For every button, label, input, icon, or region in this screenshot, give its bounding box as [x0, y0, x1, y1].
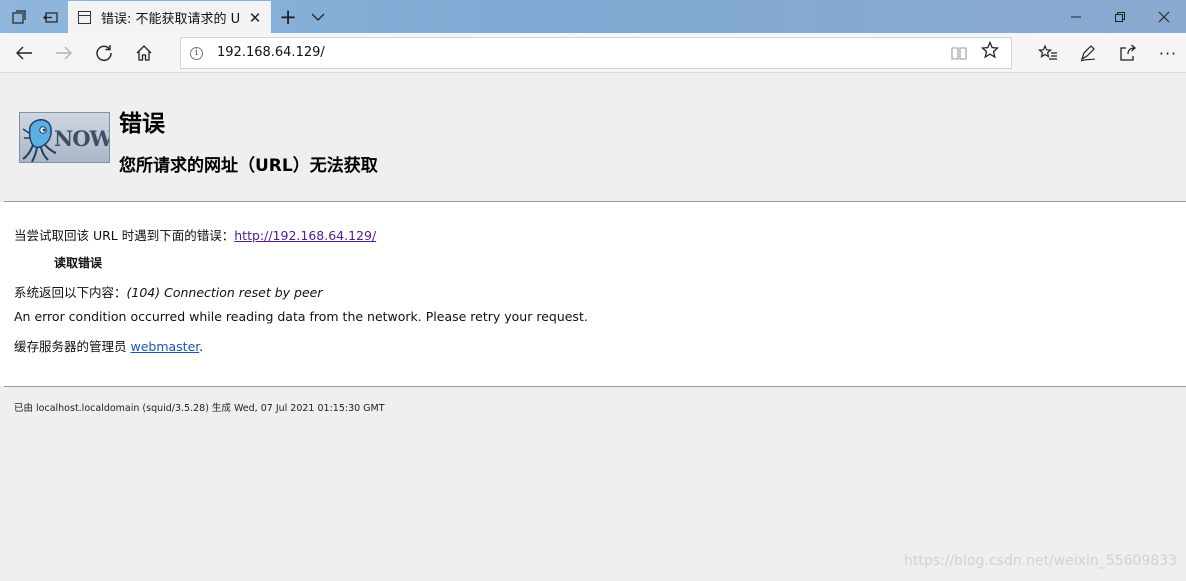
attempt-prefix: 当尝试取回该 URL 时遇到下面的错误： — [14, 228, 235, 243]
title-bar: 错误: 不能获取请求的 U ✕ + — [0, 0, 1186, 33]
page-icon — [78, 10, 91, 24]
logo-text: NOW — [54, 126, 110, 151]
system-prefix: 系统返回以下内容： — [14, 285, 127, 300]
divider-bottom — [4, 386, 1186, 387]
attempt-url-link[interactable]: http://192.168.64.129/ — [234, 228, 376, 243]
tabs-icon[interactable] — [4, 0, 34, 33]
admin-suffix: . — [199, 339, 204, 354]
star-icon[interactable] — [980, 40, 1000, 64]
address-bar[interactable]: i 192.168.64.129/ — [180, 37, 1012, 69]
error-name: 读取错误 — [54, 256, 103, 270]
webmaster-link[interactable]: webmaster — [130, 339, 199, 354]
home-icon[interactable] — [126, 33, 162, 73]
share-icon[interactable] — [1110, 33, 1146, 73]
pen-icon[interactable] — [1070, 33, 1106, 73]
reading-view-icon[interactable] — [951, 45, 967, 61]
chevron-down-icon[interactable] — [304, 0, 332, 33]
restore-icon[interactable] — [1100, 0, 1140, 33]
system-line: 系统返回以下内容：(104) Connection reset by peer — [14, 282, 322, 301]
footer-text: 已由 localhost.localdomain (squid/3.5.28) … — [14, 403, 385, 414]
address-url[interactable]: 192.168.64.129/ — [217, 45, 325, 60]
tab-close-icon[interactable]: ✕ — [247, 9, 263, 27]
plus-icon[interactable]: + — [274, 0, 302, 33]
error-description: An error condition occurred while readin… — [14, 309, 588, 324]
refresh-icon[interactable] — [86, 33, 122, 73]
close-icon[interactable] — [1144, 0, 1184, 33]
page-content: NOW 错误 您所请求的网址（URL）无法获取 当尝试取回该 URL 时遇到下面… — [0, 74, 1186, 581]
navigation-bar: i 192.168.64.129/ ··· — [0, 33, 1186, 73]
error-header: NOW 错误 您所请求的网址（URL）无法获取 — [0, 74, 1186, 201]
page-title: 错误 — [119, 111, 165, 137]
page-subtitle: 您所请求的网址（URL）无法获取 — [119, 156, 378, 176]
admin-prefix: 缓存服务器的管理员 — [14, 339, 131, 354]
squid-logo: NOW — [19, 112, 110, 163]
minimize-icon[interactable] — [1056, 0, 1096, 33]
browser-tab[interactable]: 错误: 不能获取请求的 U ✕ — [68, 1, 271, 33]
back-arrow-icon[interactable] — [6, 33, 42, 73]
admin-line: 缓存服务器的管理员 webmaster. — [14, 336, 203, 355]
forward-arrow-icon[interactable] — [46, 33, 82, 73]
info-icon[interactable]: i — [190, 47, 203, 60]
attempt-line: 当尝试取回该 URL 时遇到下面的错误：http://192.168.64.12… — [14, 225, 376, 244]
more-icon[interactable]: ··· — [1150, 33, 1186, 73]
watermark: https://blog.csdn.net/weixin_55609833 — [904, 553, 1178, 569]
tab-title: 错误: 不能获取请求的 U — [101, 11, 241, 27]
set-aside-icon[interactable] — [36, 0, 66, 33]
system-message: (104) Connection reset by peer — [126, 285, 323, 300]
favorites-list-icon[interactable] — [1030, 33, 1066, 73]
error-body: 当尝试取回该 URL 时遇到下面的错误：http://192.168.64.12… — [0, 202, 1186, 386]
